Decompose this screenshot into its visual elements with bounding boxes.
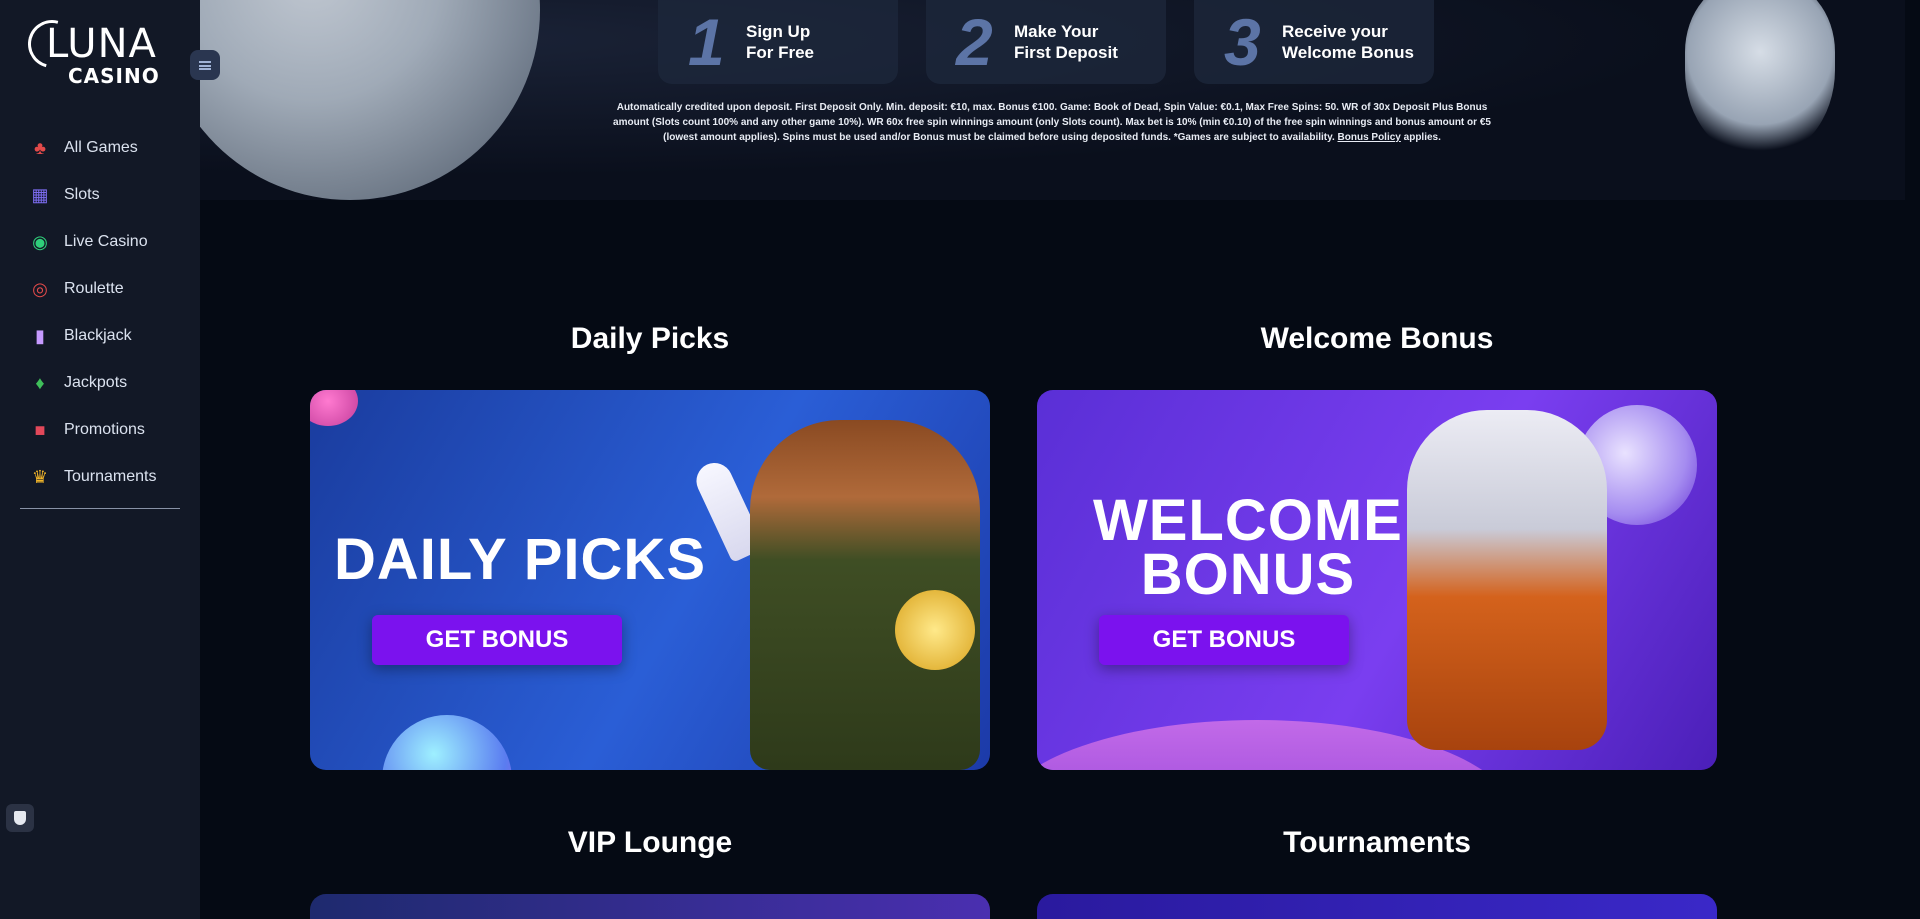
step-number: 3 [1224,5,1261,79]
vip-lounge-card[interactable] [310,894,990,919]
sidebar-item-label: Promotions [64,420,145,438]
sidebar-item-promotions[interactable]: ■ Promotions [0,406,200,453]
sidebar-item-blackjack[interactable]: ▮ Blackjack [0,312,200,359]
sidebar-item-tournaments[interactable]: ♛ Tournaments [0,453,200,500]
menu-icon [199,60,211,70]
bonus-policy-link[interactable]: Bonus Policy [1338,132,1401,143]
sidebar-nav: ♣ All Games ▦ Slots ◉ Live Casino ◎ Roul… [0,124,200,500]
tournaments-card[interactable] [1037,894,1717,919]
astronaut-character [1407,410,1607,750]
welcome-bonus-headline: WELCOME BONUS [1093,488,1403,607]
slot-machine-icon: ▦ [31,184,49,205]
step-number: 2 [956,5,993,79]
luna-casino-logo[interactable]: LUNA CASINO [19,11,178,88]
pink-planet [310,390,358,426]
bonus-terms-text: Automatically credited upon deposit. Fir… [613,102,1491,143]
sidebar-item-label: Slots [64,185,100,203]
trophy-icon: ♛ [31,466,49,487]
daily-picks-title: Daily Picks [570,322,730,355]
roulette-icon: ◎ [32,278,48,299]
sidebar-item-slots[interactable]: ▦ Slots [0,171,200,218]
step-text: Make Your First Deposit [1014,22,1118,62]
sidebar-item-label: Tournaments [64,467,157,485]
sidebar-item-roulette[interactable]: ◎ Roulette [0,265,200,312]
sidebar-toggle-button[interactable] [190,50,220,80]
live-dealer-icon: ◉ [32,231,48,252]
privacy-shield-icon[interactable] [6,804,34,832]
sidebar-divider [20,508,180,509]
sidebar-item-label: Jackpots [64,373,128,391]
step-text: Sign Up For Free [746,22,815,62]
sidebar-item-label: Live Casino [64,232,148,250]
logo-sub-text: CASINO [68,64,160,88]
sidebar-item-all-games[interactable]: ♣ All Games [0,124,200,171]
daily-picks-card[interactable]: DAILY PICKS GET BONUS [310,390,990,770]
signup-steps: 1 Sign Up For Free 2 Make Your First Dep… [658,0,1434,84]
blue-planet [382,715,512,770]
step-card: 1 Sign Up For Free [658,0,898,84]
gold-coin-icon [895,590,975,670]
astronaut-illustration [1685,0,1835,160]
cards-suits-icon: ♣ [34,137,46,158]
welcome-bonus-get-bonus-button[interactable]: GET BONUS [1099,615,1349,665]
blackjack-cards-icon: ▮ [35,325,45,346]
welcome-bonus-card[interactable]: WELCOME BONUS GET BONUS [1037,390,1717,770]
step-card: 2 Make Your First Deposit [926,0,1166,84]
tournaments-title: Tournaments [1283,826,1471,859]
sidebar: LUNA CASINO ♣ All Games ▦ Slots ◉ Live C… [0,0,200,919]
sidebar-item-label: Roulette [64,279,124,297]
sidebar-item-label: Blackjack [64,326,132,344]
daily-picks-headline: DAILY PICKS [334,527,706,592]
money-bag-icon: ♦ [35,372,45,393]
welcome-bonus-title: Welcome Bonus [1260,322,1494,355]
step-card: 3 Receive your Welcome Bonus [1194,0,1434,84]
sidebar-item-label: All Games [64,138,138,156]
sidebar-item-live-casino[interactable]: ◉ Live Casino [0,218,200,265]
moon-illustration [200,0,540,200]
hero-banner: 1 Sign Up For Free 2 Make Your First Dep… [200,0,1905,200]
step-number: 1 [688,5,725,79]
logo-main-text: LUNA [46,21,157,67]
gift-icon: ■ [34,419,46,440]
vip-lounge-title: VIP Lounge [567,826,733,859]
daily-picks-get-bonus-button[interactable]: GET BONUS [372,615,622,665]
sidebar-item-jackpots[interactable]: ♦ Jackpots [0,359,200,406]
step-text: Receive your Welcome Bonus [1282,22,1414,62]
